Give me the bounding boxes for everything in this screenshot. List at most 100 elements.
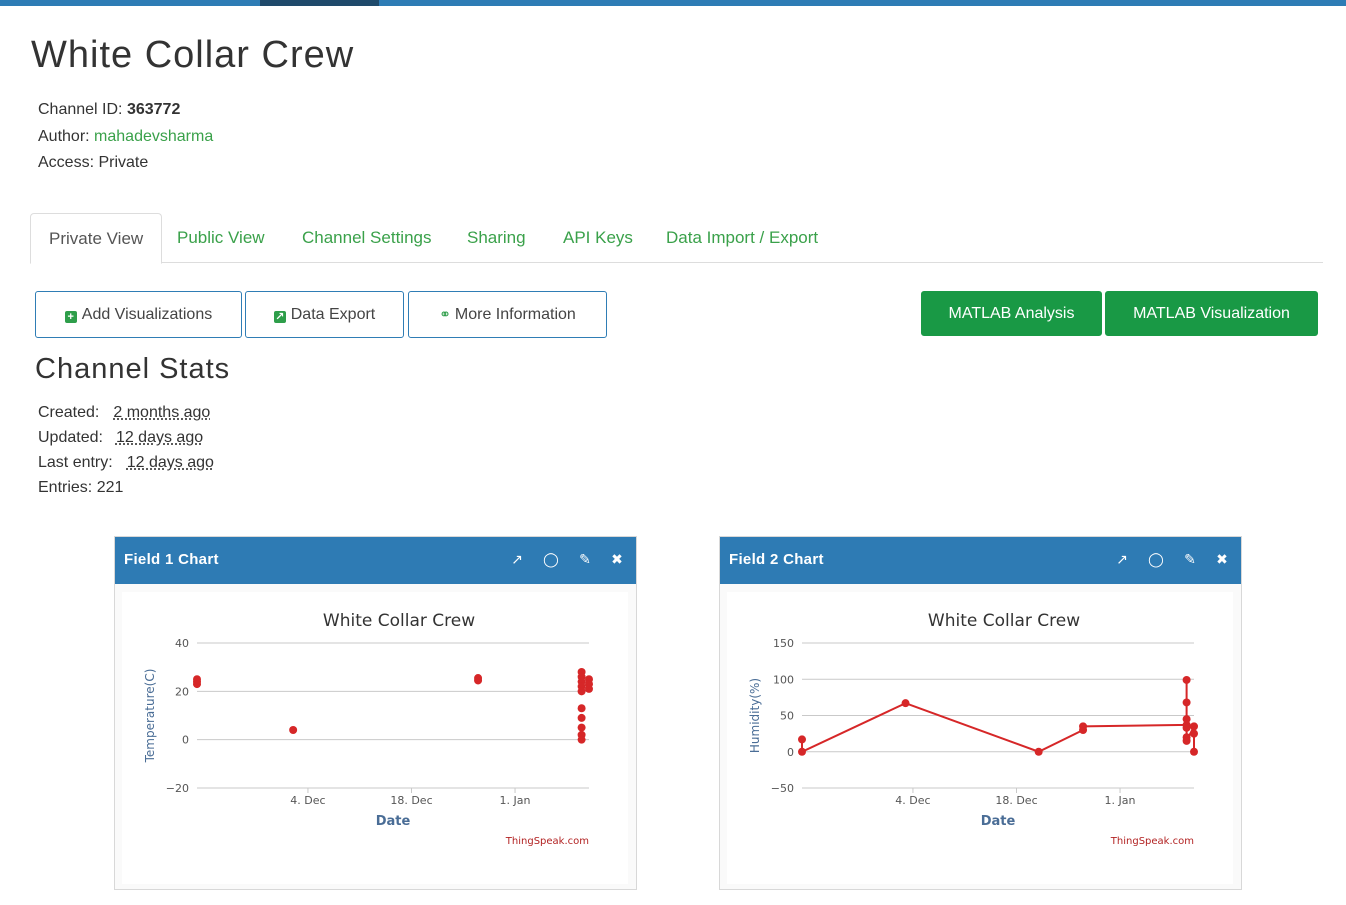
field-1-chart-area: White Collar Crew 40 20 0 −20 4. Dec 18. Dec 1.… bbox=[122, 592, 628, 884]
data-point bbox=[1182, 675, 1191, 684]
plus-icon: + bbox=[64, 311, 77, 323]
field-2-chart-area: White Collar Crew 150 100 50 0 −50 4. Dec 18. D… bbox=[727, 592, 1233, 884]
pencil-icon[interactable]: ✎ bbox=[576, 550, 594, 568]
x-tick-label: 4. Dec bbox=[895, 794, 930, 807]
add-visualizations-label: Add Visualizations bbox=[81, 306, 213, 323]
data-point bbox=[474, 674, 483, 683]
data-point bbox=[193, 675, 201, 684]
field-1-panel-header: Field 1 Chart ↗ ◯ ✎ ✖ bbox=[115, 537, 636, 584]
link-icon: ⚭ bbox=[439, 306, 451, 322]
y-axis-label: Temperature(C) bbox=[143, 669, 157, 764]
entries-label: Entries: bbox=[38, 479, 93, 496]
y-tick-label: 0 bbox=[182, 734, 189, 747]
field-1-chart-panel: Field 1 Chart ↗ ◯ ✎ ✖ White Collar Crew 4… bbox=[114, 536, 637, 890]
data-point bbox=[577, 687, 586, 696]
matlab-visualization-button[interactable]: MATLAB Visualization bbox=[1105, 291, 1318, 336]
data-point bbox=[1182, 698, 1191, 707]
data-point bbox=[798, 735, 806, 744]
data-point bbox=[1079, 722, 1088, 731]
channel-tabs: Private View Public View Channel Setting… bbox=[30, 213, 1323, 264]
y-tick-label: 50 bbox=[780, 710, 794, 723]
more-information-button[interactable]: ⚭ More Information bbox=[408, 291, 607, 338]
comment-icon[interactable]: ◯ bbox=[542, 550, 560, 568]
created-value: 2 months ago bbox=[113, 404, 211, 421]
field-2-panel-title: Field 2 Chart bbox=[729, 551, 824, 568]
y-tick-label: 150 bbox=[773, 637, 794, 650]
data-point bbox=[1182, 715, 1191, 724]
data-point bbox=[1190, 722, 1198, 731]
author-label: Author: bbox=[38, 127, 90, 145]
pencil-icon[interactable]: ✎ bbox=[1181, 550, 1199, 568]
external-link-icon[interactable]: ↗ bbox=[1113, 550, 1131, 568]
export-arrow-icon: ↗ bbox=[273, 311, 286, 323]
data-export-button[interactable]: ↗ Data Export bbox=[245, 291, 404, 338]
tab-channel-settings[interactable]: Channel Settings bbox=[284, 213, 449, 263]
data-point bbox=[1190, 747, 1198, 756]
chart-credit: ThingSpeak.com bbox=[1110, 836, 1194, 847]
field-1-panel-title: Field 1 Chart bbox=[124, 551, 219, 568]
external-link-icon[interactable]: ↗ bbox=[508, 550, 526, 568]
field-2-chart-panel: Field 2 Chart ↗ ◯ ✎ ✖ White Collar Crew 1… bbox=[719, 536, 1242, 890]
more-information-label: More Information bbox=[454, 306, 576, 323]
data-point bbox=[1182, 736, 1191, 745]
data-point bbox=[577, 735, 586, 744]
y-axis-label: Humidity(%) bbox=[748, 678, 762, 753]
y-tick-label: 0 bbox=[787, 746, 794, 759]
last-entry-value: 12 days ago bbox=[126, 454, 214, 471]
data-point bbox=[798, 747, 806, 756]
y-tick-label: 100 bbox=[773, 673, 794, 686]
channel-id-row: Channel ID: 363772 bbox=[38, 97, 213, 124]
top-accent-bar bbox=[0, 0, 1346, 6]
data-point bbox=[1182, 723, 1191, 732]
channel-title: White Collar Crew bbox=[31, 34, 355, 76]
x-axis-label: Date bbox=[376, 814, 411, 829]
data-point bbox=[585, 684, 593, 693]
access-value: Private bbox=[98, 154, 149, 171]
data-point bbox=[289, 726, 298, 734]
tab-public-view[interactable]: Public View bbox=[159, 213, 283, 263]
tab-api-keys[interactable]: API Keys bbox=[545, 213, 651, 263]
tab-sharing[interactable]: Sharing bbox=[449, 213, 544, 263]
updated-label: Updated: bbox=[38, 429, 103, 446]
y-tick-label: −50 bbox=[771, 782, 794, 795]
x-tick-label: 1. Jan bbox=[500, 794, 531, 807]
x-tick-label: 18. Dec bbox=[390, 794, 432, 807]
add-visualizations-button[interactable]: + Add Visualizations bbox=[35, 291, 242, 338]
chart-title: White Collar Crew bbox=[928, 611, 1080, 631]
y-tick-label: 20 bbox=[175, 685, 189, 698]
x-tick-label: 4. Dec bbox=[290, 794, 325, 807]
x-tick-label: 18. Dec bbox=[995, 794, 1037, 807]
channel-stats: Created: 2 months ago Updated: 12 days ago… bbox=[38, 400, 214, 500]
data-point bbox=[577, 713, 586, 722]
entries-value: 221 bbox=[96, 479, 124, 496]
x-axis-label: Date bbox=[981, 814, 1016, 829]
data-point bbox=[1034, 747, 1043, 756]
entries-row: Entries: 221 bbox=[38, 475, 214, 500]
data-point bbox=[577, 704, 586, 713]
field-1-chart-svg: White Collar Crew 40 20 0 −20 4. Dec 18. Dec 1.… bbox=[143, 611, 593, 847]
matlab-analysis-button[interactable]: MATLAB Analysis bbox=[921, 291, 1102, 336]
field-2-chart-svg: White Collar Crew 150 100 50 0 −50 4. Dec 18. D… bbox=[748, 611, 1198, 847]
close-icon[interactable]: ✖ bbox=[608, 550, 626, 568]
close-icon[interactable]: ✖ bbox=[1213, 550, 1231, 568]
top-accent-segment bbox=[260, 0, 379, 6]
tab-private-view[interactable]: Private View bbox=[30, 213, 163, 264]
author-link[interactable]: mahadevsharma bbox=[94, 128, 213, 145]
chart-credit: ThingSpeak.com bbox=[505, 836, 589, 847]
updated-row: Updated: 12 days ago bbox=[38, 425, 214, 450]
comment-icon[interactable]: ◯ bbox=[1147, 550, 1165, 568]
author-row: Author: mahadevsharma bbox=[38, 124, 213, 151]
channel-stats-heading: Channel Stats bbox=[35, 353, 231, 385]
access-label: Access: bbox=[38, 154, 95, 171]
access-row: Access: Private bbox=[38, 150, 213, 177]
last-entry-label: Last entry: bbox=[38, 454, 113, 471]
channel-id-label: Channel ID: bbox=[38, 101, 123, 118]
tab-data-import-export[interactable]: Data Import / Export bbox=[648, 213, 836, 263]
last-entry-row: Last entry: 12 days ago bbox=[38, 450, 214, 475]
x-tick-label: 1. Jan bbox=[1105, 794, 1136, 807]
created-label: Created: bbox=[38, 404, 100, 421]
field-2-panel-header: Field 2 Chart ↗ ◯ ✎ ✖ bbox=[720, 537, 1241, 584]
channel-id-value: 363772 bbox=[126, 101, 181, 118]
data-point bbox=[1190, 729, 1198, 738]
chart-title: White Collar Crew bbox=[323, 611, 475, 631]
